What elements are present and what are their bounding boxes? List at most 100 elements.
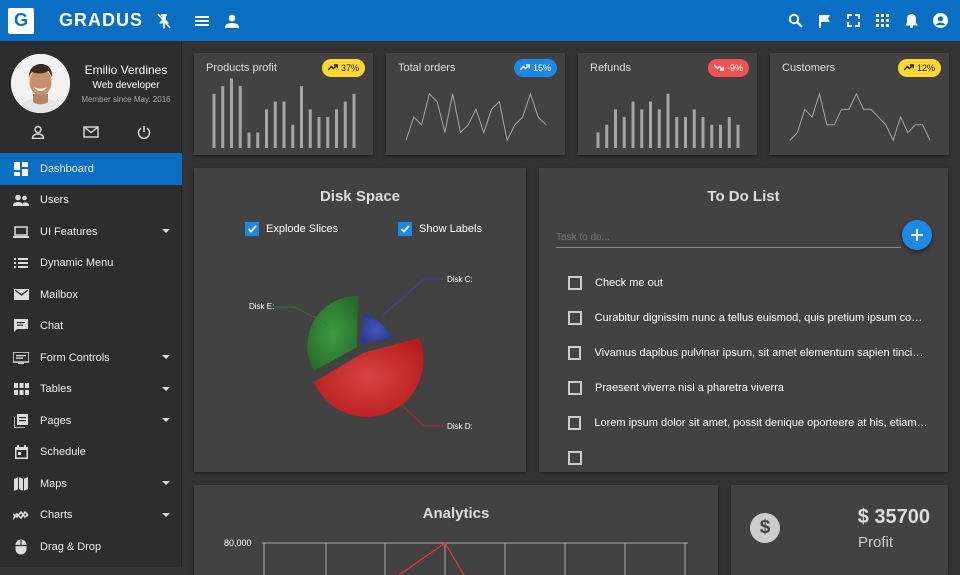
messages-icon[interactable] [83,124,99,140]
sidebar-item-label: Pages [40,414,72,427]
disk-pie-chart: Disk C: Disk D: Disk E: [249,275,473,431]
sidebar-item-charts[interactable]: Charts [0,500,182,532]
fullscreen-icon[interactable] [845,13,861,29]
account-icon[interactable] [932,13,948,29]
notifications-icon[interactable] [903,13,919,29]
stat-card-refunds: Refunds -9% [578,53,757,155]
sidebar-item-schedule[interactable]: Schedule [0,437,182,469]
dashboard-icon [13,161,29,177]
add-task-button[interactable] [902,220,932,250]
todo-item[interactable]: Curabitur dignissim nunc a tellus euismo… [568,311,928,325]
profile-role: Web developer [92,80,160,91]
profit-value: $ 35700 [857,506,930,528]
sparkline-bar [300,86,303,148]
flag-icon[interactable] [816,13,832,29]
sparkline-bar [614,109,617,148]
sidebar: Emilio Verdines Web developer Member sin… [0,41,182,567]
sidebar-item-maps[interactable]: Maps [0,468,182,500]
todo-checkbox[interactable] [568,416,582,430]
expand-icon[interactable] [162,229,170,233]
sparkline-chart [405,92,547,142]
todo-checkbox[interactable] [568,451,582,465]
sparkline-bar [282,101,286,148]
sidebar-item-dynamic-menu[interactable]: Dynamic Menu [0,248,182,280]
app-name: GRADUS [59,10,144,30]
sidebar-item-users[interactable]: Users [0,185,182,217]
disk-e-label: Disk E: [249,302,274,311]
sparkline-bar [736,124,740,148]
sidebar-item-ui-features[interactable]: UI Features [0,216,182,248]
sidebar-item-label: Drag & Drop [40,540,102,553]
sidebar-item-mailbox[interactable]: Mailbox [0,279,182,311]
sidebar-item-dashboard[interactable]: Dashboard [0,153,182,185]
menu-icon[interactable] [194,13,210,29]
expand-icon[interactable] [162,481,170,485]
sparkline-chart [596,93,740,148]
stat-card-products-profit: Products profit 37% [194,53,373,155]
sparkline-bar [317,117,321,148]
sidebar-item-label: Dashboard [40,162,94,175]
todo-checkbox[interactable] [568,276,582,290]
sparkline-bar [657,109,661,148]
profile-icon[interactable] [30,124,46,140]
expand-icon[interactable] [162,355,170,359]
stat-card-customers: Customers 12% [770,53,949,155]
todo-item[interactable]: Praesent viverra nisl a pharetra viverra [568,381,928,395]
sidebar-item-form-controls[interactable]: Form Controls [0,342,182,374]
profit-card: $ $ 35700 Profit [731,485,948,575]
analytics-card: Analytics 80,000 [194,485,718,575]
plus-icon [911,229,923,241]
expand-icon[interactable] [162,386,170,391]
todo-item-partial[interactable] [568,451,928,465]
task-input[interactable] [556,228,901,248]
table-icon [13,381,29,397]
sparkline-bar [675,117,679,148]
sidebar-item-pages[interactable]: Pages [0,405,182,437]
sparkline-bar [710,124,714,148]
todo-checkbox[interactable] [568,311,582,325]
expand-icon[interactable] [162,418,170,422]
sparkline-bar [640,109,644,148]
sidebar-item-label: Charts [40,509,73,522]
sparkline-bar [727,117,731,148]
todo-item[interactable]: Lorem ipsum dolor sit amet, possit deniq… [568,416,928,430]
user-icon[interactable] [224,13,240,29]
avatar[interactable] [11,54,70,113]
todo-checkbox[interactable] [568,346,582,360]
sparkline-bar [649,101,652,148]
sidebar-item-label: Users [40,194,69,207]
profile-name: Emilio Verdines [84,63,168,77]
calendar-icon [13,444,29,460]
sparkline-line [405,92,547,142]
sidebar-item-tables[interactable]: Tables [0,374,182,406]
profile-member-since: Member since May. 2016 [81,95,171,104]
app-logo[interactable]: G [8,7,34,34]
todo-checkbox[interactable] [568,381,582,395]
form-icon [13,350,29,366]
profit-label: Profit [857,534,893,551]
todo-item[interactable]: Vivamus dapibus pulvinar ipsum, sit amet… [568,346,928,360]
slice-disk-e[interactable] [307,295,358,371]
logout-icon[interactable] [136,124,152,140]
sparkline-bar [692,109,696,148]
map-icon [13,476,29,492]
disk-c-label: Disk C: [447,275,473,284]
disk-d-label: Disk D: [447,422,473,431]
top-bar: G GRADUS [0,0,960,41]
sparkline-bar [605,124,609,148]
todo-item[interactable]: Check me out [568,276,928,290]
apps-icon[interactable] [874,13,890,29]
pages-icon [13,413,29,429]
todo-text: Praesent viverra nisl a pharetra viverra [595,382,784,394]
slice-disk-c[interactable] [360,314,392,344]
sparkline-bar [335,109,338,148]
search-icon[interactable] [787,13,803,29]
chat-icon [13,318,29,334]
unpin-sidebar-icon[interactable] [156,12,172,29]
sidebar-item-drag-drop[interactable]: Drag & Drop [0,531,182,563]
sparkline-bar [701,117,705,148]
sparkline-bar [684,117,687,148]
sparkline-bar [343,101,347,148]
sidebar-item-chat[interactable]: Chat [0,311,182,343]
expand-icon[interactable] [162,512,170,517]
